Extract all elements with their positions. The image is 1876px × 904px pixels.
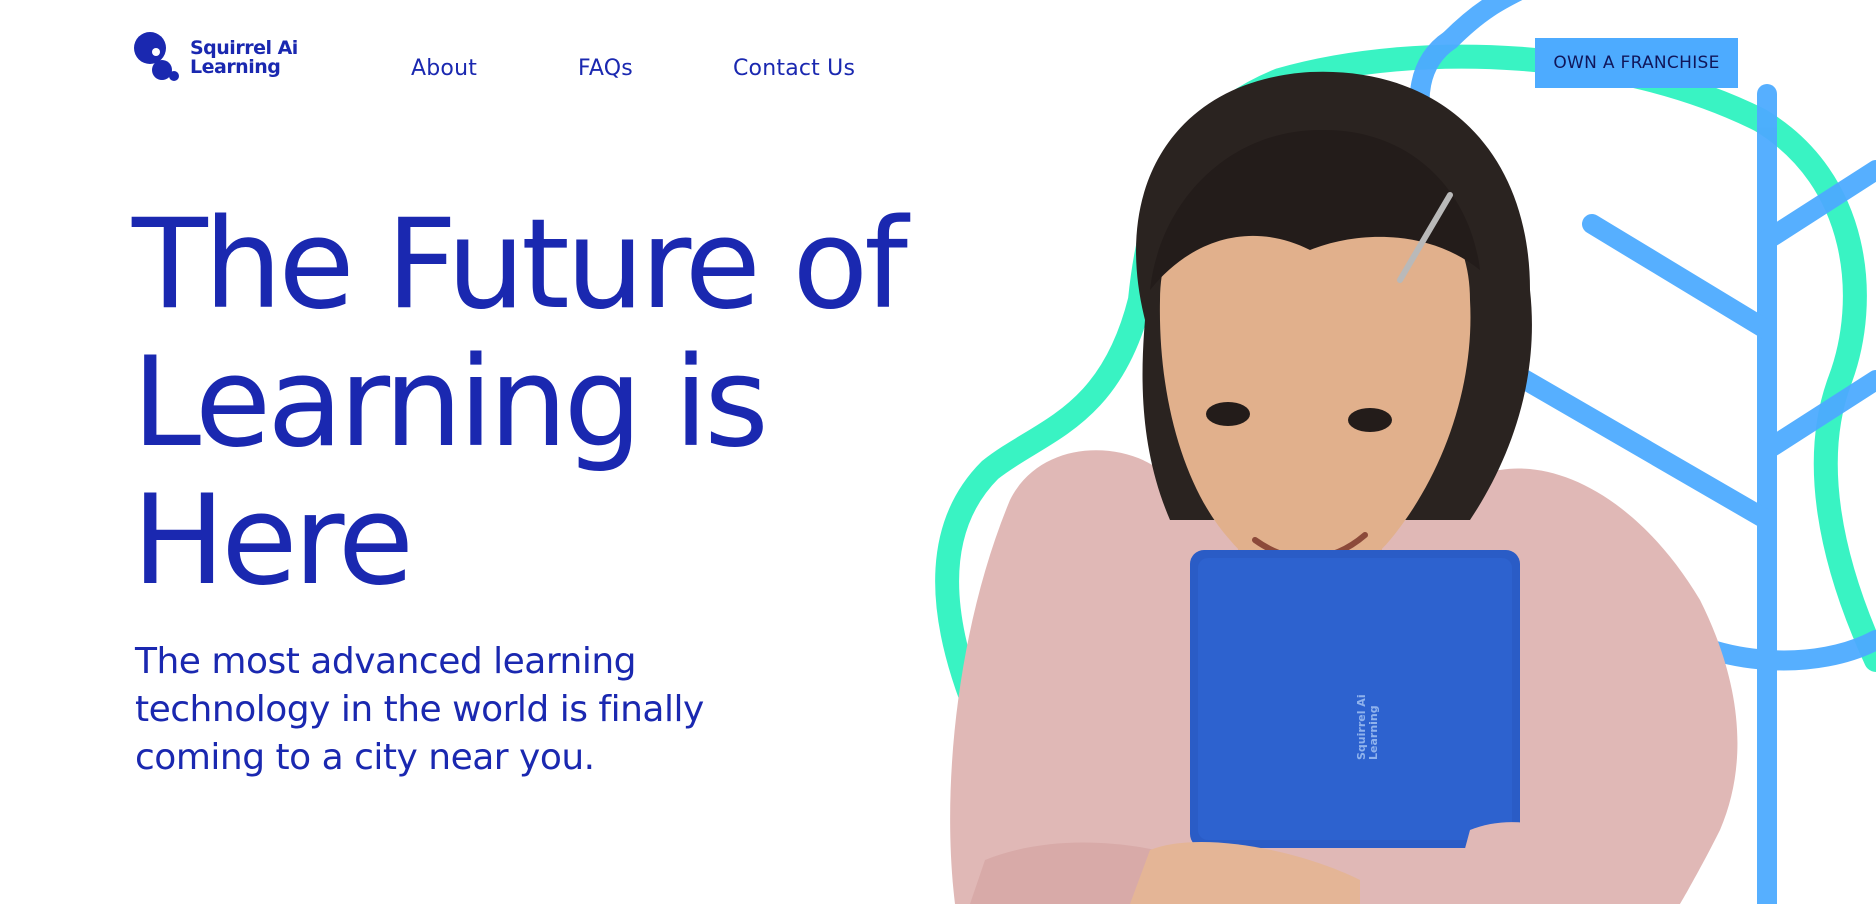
- brand-name: Squirrel Ai Learning: [190, 39, 298, 77]
- girl-photo: [950, 71, 1738, 904]
- hero-title: The Future of Learning is Here: [132, 196, 952, 610]
- nav-faqs[interactable]: FAQs: [578, 56, 633, 81]
- tablet-brand-label: Squirrel Ai Learning: [1355, 694, 1380, 760]
- nav-about[interactable]: About: [411, 56, 477, 81]
- squirrel-logo-icon: [134, 32, 179, 81]
- tablet-brand-line2: Learning: [1367, 705, 1380, 760]
- hero-title-line3: Here: [132, 469, 414, 613]
- hero-subtitle-line2: technology in the world is finally: [135, 689, 704, 730]
- hero-title-line1: The Future of: [132, 193, 908, 337]
- landing-page: Squirrel Ai Learning Squirrel Ai Learnin…: [0, 0, 1876, 904]
- hero-subtitle-line3: coming to a city near you.: [135, 737, 595, 778]
- hero-subtitle-line1: The most advanced learning: [135, 641, 637, 682]
- nav-contact-us[interactable]: Contact Us: [733, 56, 855, 81]
- hero-title-line2: Learning is: [132, 331, 769, 475]
- brand-name-line2: Learning: [190, 56, 281, 78]
- hero-subtitle: The most advanced learning technology in…: [135, 638, 755, 782]
- brand-logo[interactable]: Squirrel Ai Learning: [134, 32, 298, 84]
- own-a-franchise-button[interactable]: OWN A FRANCHISE: [1535, 38, 1738, 88]
